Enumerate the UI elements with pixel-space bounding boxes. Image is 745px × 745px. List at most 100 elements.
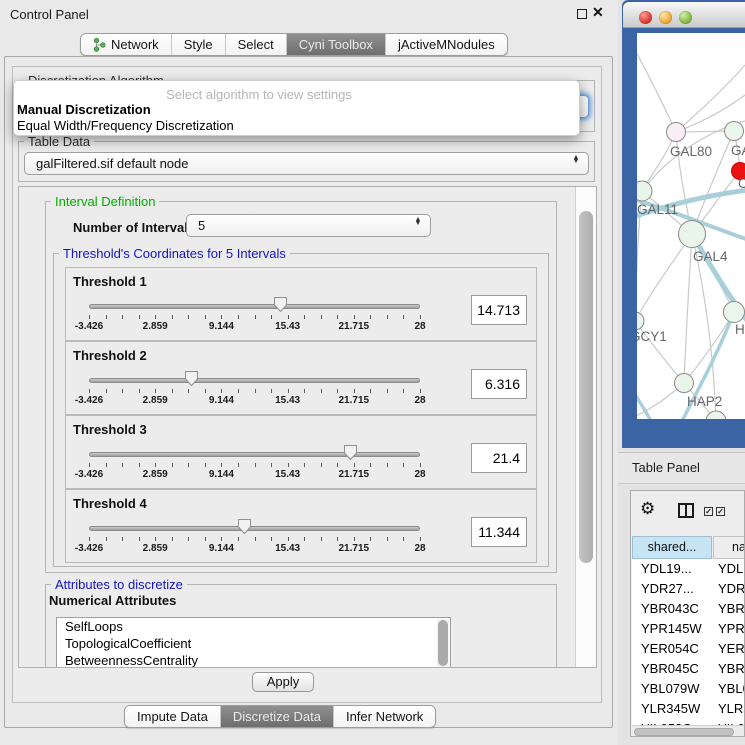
popup-item-manual-discretization[interactable]: Manual Discretization xyxy=(17,102,151,117)
attribute-list-item[interactable]: SelfLoops xyxy=(57,618,450,635)
network-node-h[interactable] xyxy=(724,302,745,323)
slider-tick xyxy=(288,315,289,319)
tab-select[interactable]: Select xyxy=(225,34,286,55)
threshold-value-field[interactable]: 11.344 xyxy=(471,517,527,547)
table-header: shared... na xyxy=(631,536,744,559)
threshold-value-field[interactable]: 14.713 xyxy=(471,295,527,325)
close-icon[interactable]: ✕ xyxy=(592,4,604,21)
slider-tick xyxy=(188,463,189,467)
table-row[interactable]: YBR043CYBR0 xyxy=(632,599,745,619)
attributes-list-scrollbar[interactable] xyxy=(437,619,449,668)
threshold-slider-track[interactable] xyxy=(89,452,420,457)
table-data-combobox[interactable]: galFiltered.sif default node ▲▼ xyxy=(24,152,589,175)
slider-tick xyxy=(155,463,156,467)
slider-tick xyxy=(155,537,156,541)
slider-tick xyxy=(172,389,173,393)
bottom-tab-discretize-data[interactable]: Discretize Data xyxy=(220,706,333,727)
threshold-slider-track[interactable] xyxy=(89,304,420,309)
slider-tick xyxy=(255,389,256,393)
threshold-value-field[interactable]: 6.316 xyxy=(471,369,527,399)
cell-name: YBL0 xyxy=(718,681,745,696)
threshold-slider-track[interactable] xyxy=(89,526,420,531)
slider-tick xyxy=(321,315,322,319)
network-edge[interactable] xyxy=(684,234,692,383)
split-columns-icon[interactable] xyxy=(678,503,694,518)
slider-tick-label: 9.144 xyxy=(196,395,246,406)
minimize-traffic-light-icon[interactable] xyxy=(659,11,672,24)
network-highlight-edge[interactable] xyxy=(637,383,652,419)
network-node-gcy1[interactable] xyxy=(637,312,644,330)
slider-tick xyxy=(106,315,107,319)
network-edge[interactable] xyxy=(637,39,676,132)
slider-tick xyxy=(106,463,107,467)
slider-tick xyxy=(172,463,173,467)
threshold-3-panel: Threshold 3-3.4262.8599.14415.4321.71528… xyxy=(65,415,537,489)
slider-tick-label: 2.859 xyxy=(130,395,180,406)
slider-tick-label: 21.715 xyxy=(329,395,379,406)
network-node-ga[interactable] xyxy=(725,122,744,141)
threshold-value-field[interactable]: 21.4 xyxy=(471,443,527,473)
table-horizontal-scrollbar[interactable] xyxy=(632,725,745,737)
tab-network[interactable]: Network xyxy=(81,34,171,55)
table-row[interactable]: YLR345WYLR3 xyxy=(632,699,745,719)
number-of-intervals-combobox[interactable]: 5 ▲▼ xyxy=(186,214,431,237)
cell-name: YDL1 xyxy=(718,561,745,576)
float-window-icon[interactable] xyxy=(577,9,587,19)
table-row[interactable]: YPR145WYPR1 xyxy=(632,619,745,639)
table-horizontal-scrollbar-thumb[interactable] xyxy=(634,728,734,736)
threshold-slider-thumb[interactable] xyxy=(273,296,288,313)
attribute-list-item[interactable]: BetweennessCentrality xyxy=(57,652,450,668)
threshold-slider-thumb[interactable] xyxy=(184,370,199,387)
slider-tick xyxy=(188,315,189,319)
slider-tick xyxy=(304,463,305,467)
gear-icon[interactable]: ⚙ xyxy=(640,499,655,519)
column-header-shared-name[interactable]: shared... xyxy=(632,536,712,559)
tab-label: jActiveMNodules xyxy=(398,34,495,55)
settings-vertical-scrollbar[interactable] xyxy=(575,187,596,667)
tab-cyni-toolbox[interactable]: Cyni Toolbox xyxy=(286,34,385,55)
bottom-tab-impute-data[interactable]: Impute Data xyxy=(125,706,220,727)
cell-shared-name: YDL19... xyxy=(641,561,713,576)
zoom-traffic-light-icon[interactable] xyxy=(679,11,692,24)
slider-tick xyxy=(122,389,123,393)
threshold-slider-track[interactable] xyxy=(89,378,420,383)
table-row[interactable]: YDR27...YDR2 xyxy=(632,579,745,599)
table-row[interactable]: YBR045CYBR0 xyxy=(632,659,745,679)
network-edge[interactable] xyxy=(637,234,692,321)
popup-item-equal-width-frequency[interactable]: Equal Width/Frequency Discretization xyxy=(17,118,234,133)
settings-vertical-scrollbar-thumb[interactable] xyxy=(579,211,593,563)
network-node-gal4[interactable] xyxy=(679,221,706,248)
numerical-attributes-list[interactable]: SelfLoopsTopologicalCoefficientBetweenne… xyxy=(56,617,451,668)
network-node-hap2[interactable] xyxy=(675,374,694,393)
slider-tick xyxy=(155,315,156,319)
network-canvas[interactable]: GAL80GACGAL11GAL4GCY1HHAP2 xyxy=(637,33,745,419)
table-row[interactable]: YDL19... YDL1 xyxy=(632,559,745,579)
algorithm-dropdown-popup: Select algorithm to view settings Manual… xyxy=(13,80,580,136)
close-traffic-light-icon[interactable] xyxy=(639,11,652,24)
bottom-tab-infer-network[interactable]: Infer Network xyxy=(333,706,435,727)
network-node-gal11[interactable] xyxy=(637,181,652,201)
checked-box-icon[interactable]: ✓ xyxy=(704,507,713,516)
network-edge[interactable] xyxy=(684,312,734,383)
tab-jactivemnodules[interactable]: jActiveMNodules xyxy=(385,34,507,55)
slider-tick xyxy=(304,389,305,393)
network-node-label: GAL4 xyxy=(693,249,728,264)
slider-tick xyxy=(238,315,239,319)
column-header-name[interactable]: na xyxy=(713,536,745,559)
slider-tick-label: 21.715 xyxy=(329,321,379,332)
threshold-slider-thumb[interactable] xyxy=(237,518,252,535)
slider-tick-label: 2.859 xyxy=(130,321,180,332)
tab-label: Network xyxy=(111,34,159,55)
attributes-list-scrollbar-thumb[interactable] xyxy=(438,620,448,666)
tab-style[interactable]: Style xyxy=(171,34,225,55)
apply-button[interactable]: Apply xyxy=(252,672,314,692)
network-node-gal80[interactable] xyxy=(667,123,686,142)
slider-tick xyxy=(255,463,256,467)
table-row[interactable]: YBL079WYBL0 xyxy=(632,679,745,699)
checked-box-icon[interactable]: ✓ xyxy=(716,507,725,516)
slider-tick xyxy=(387,463,388,467)
table-row[interactable]: YER054CYER0 xyxy=(632,639,745,659)
slider-tick-label: 21.715 xyxy=(329,543,379,554)
attribute-list-item[interactable]: TopologicalCoefficient xyxy=(57,635,450,652)
threshold-slider-thumb[interactable] xyxy=(343,444,358,461)
